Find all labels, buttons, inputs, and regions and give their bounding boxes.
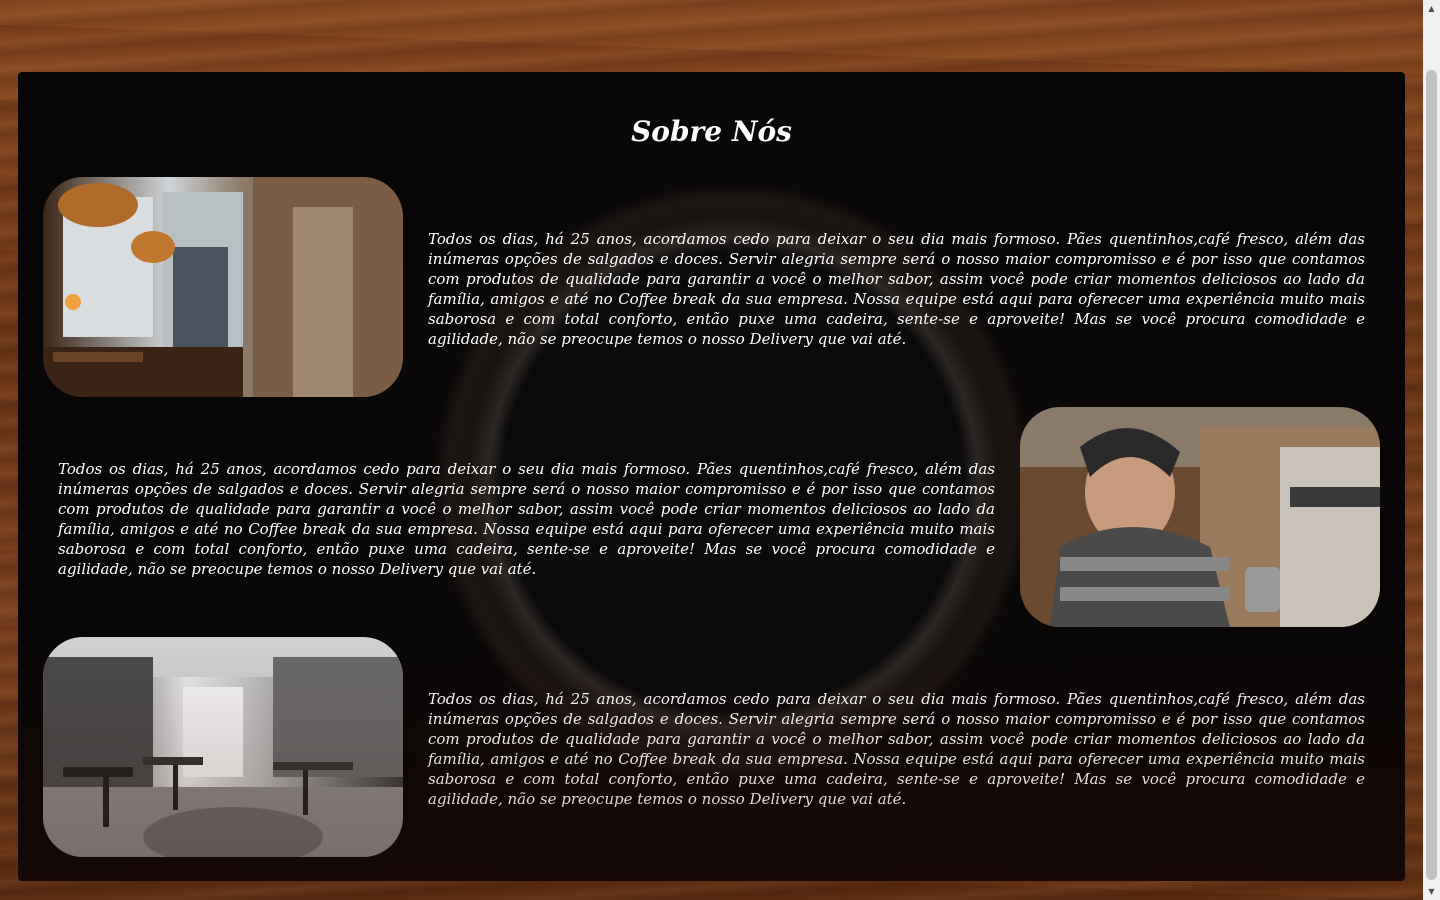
vertical-scrollbar[interactable]: ▲ ▼ <box>1423 0 1440 900</box>
cafe-dining-room-bw-photo <box>43 637 403 857</box>
scroll-down-icon[interactable]: ▼ <box>1423 883 1440 900</box>
scrollbar-thumb[interactable] <box>1426 70 1437 880</box>
about-paragraph-1: Todos os dias, há 25 anos, acordamos ced… <box>428 230 1365 348</box>
scroll-up-icon[interactable]: ▲ <box>1423 0 1440 17</box>
cafe-interior-photo <box>43 177 403 397</box>
about-section: Sobre Nós Todos os dias, há 25 anos, aco… <box>18 72 1405 881</box>
about-paragraph-2: Todos os dias, há 25 anos, acordamos ced… <box>58 460 995 578</box>
barista-photo <box>1020 407 1380 627</box>
about-paragraph-3: Todos os dias, há 25 anos, acordamos ced… <box>428 690 1365 808</box>
page: Sobre Nós Todos os dias, há 25 anos, aco… <box>0 0 1423 900</box>
section-title: Sobre Nós <box>631 115 792 148</box>
